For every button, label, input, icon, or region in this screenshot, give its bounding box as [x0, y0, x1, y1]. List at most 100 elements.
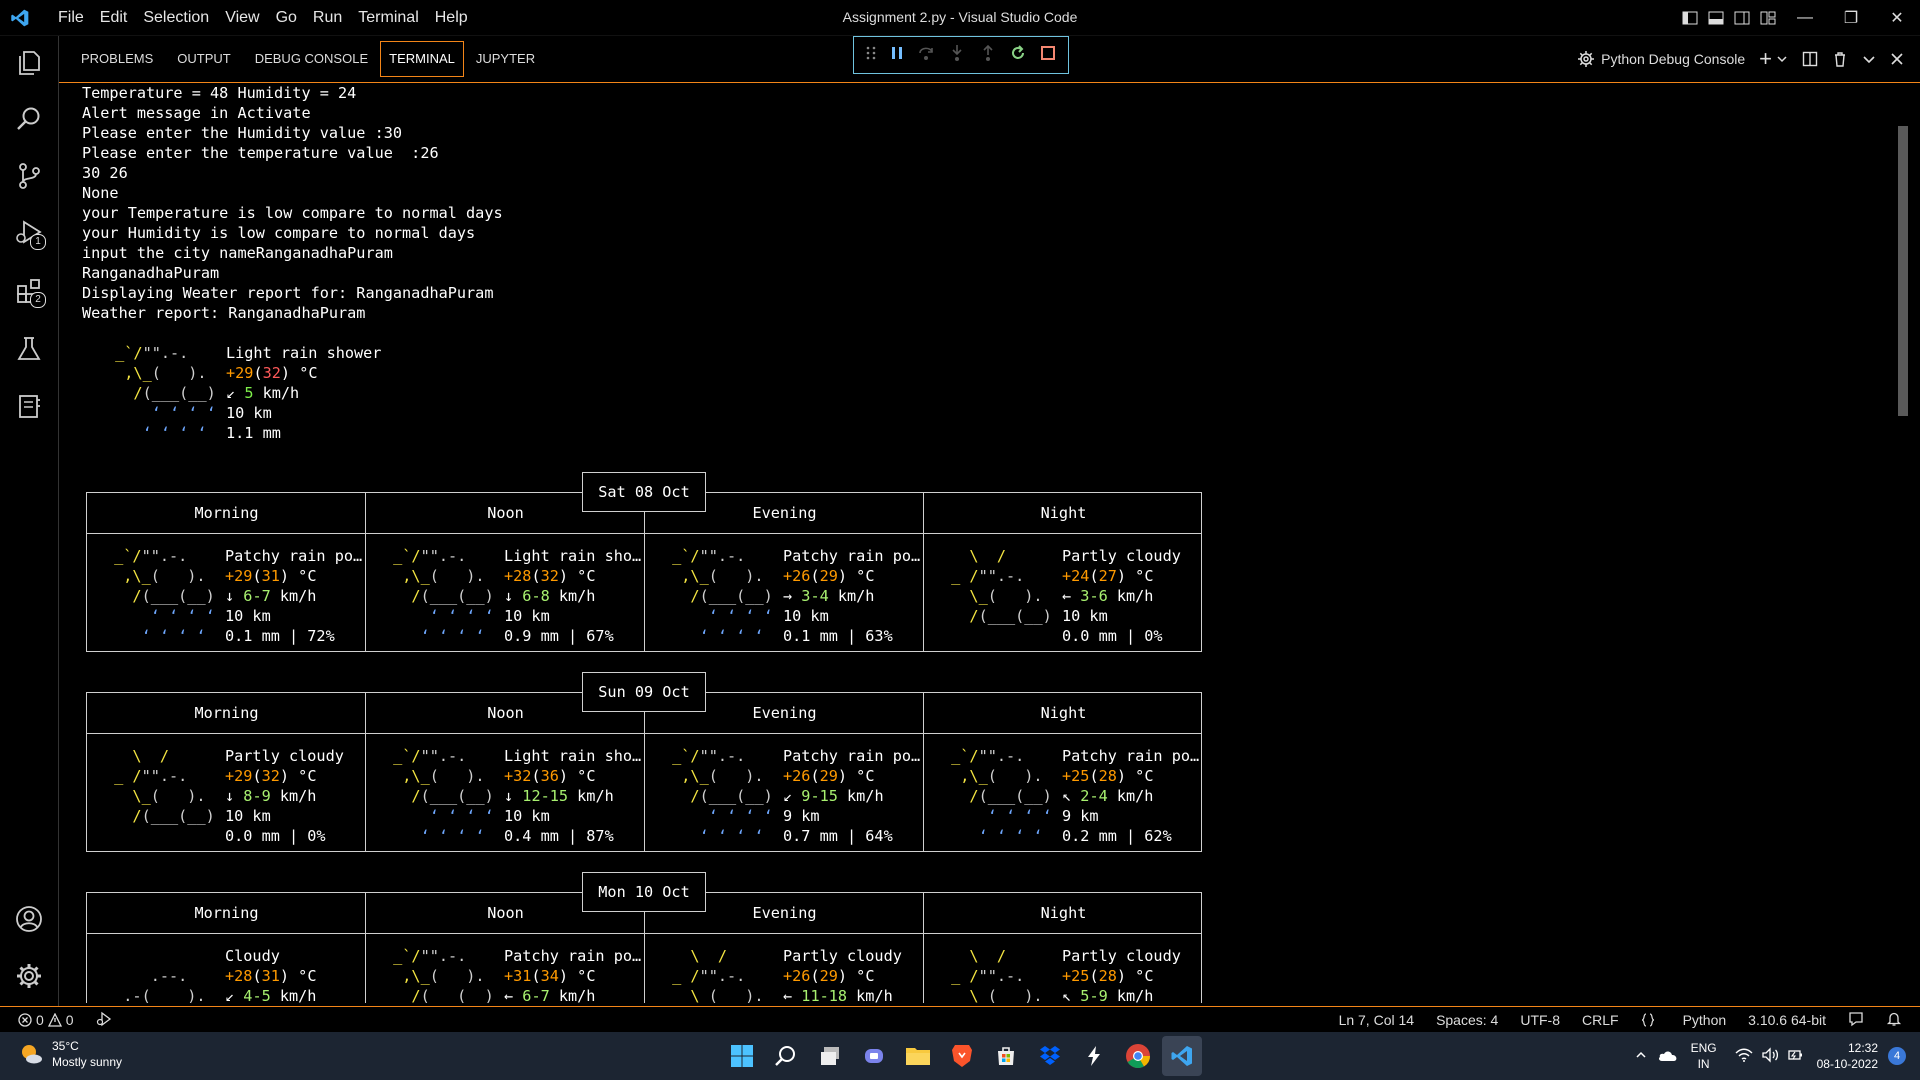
run-debug-icon[interactable]: 1	[0, 208, 58, 258]
current-desc: Light rain shower	[226, 344, 382, 362]
window-controls: — ❐ ✕	[1678, 0, 1920, 35]
brave-browser-icon[interactable]	[942, 1036, 982, 1076]
microsoft-store-icon[interactable]	[986, 1036, 1026, 1076]
pause-icon[interactable]	[889, 45, 905, 66]
menu-view[interactable]: View	[217, 0, 267, 35]
close-panel-icon[interactable]	[1890, 52, 1904, 66]
chevron-down-icon[interactable]	[1776, 53, 1788, 65]
notebook-icon[interactable]	[0, 381, 58, 431]
current-unit: °C	[290, 364, 318, 382]
forecast-cell: Patchy rain po… +25(28) °C ↖ 2-4 km/h 9 …	[1062, 747, 1200, 845]
restore-button[interactable]: ❐	[1828, 0, 1874, 35]
task-view-icon[interactable]	[810, 1036, 850, 1076]
system-tray: ENG IN 12:32 08-10-2022 4	[1635, 1032, 1906, 1080]
vscode-logo-icon	[11, 9, 29, 27]
indentation[interactable]: Spaces: 4	[1436, 1012, 1498, 1028]
restart-icon[interactable]	[1009, 44, 1027, 67]
power-automate-icon[interactable]	[1074, 1036, 1114, 1076]
notifications-bell-icon[interactable]	[1886, 1011, 1902, 1030]
battery-icon[interactable]	[1787, 1047, 1803, 1066]
problems-status[interactable]: 0 0	[18, 1012, 74, 1028]
notification-badge[interactable]: 4	[1888, 1047, 1906, 1065]
sun-cloud-icon	[22, 1045, 42, 1064]
current-temp: +29	[226, 364, 254, 382]
terminal-scrollbar[interactable]	[1898, 126, 1908, 416]
menu-run[interactable]: Run	[305, 0, 350, 35]
feedback-icon[interactable]	[1848, 1011, 1864, 1030]
step-into-icon[interactable]	[948, 44, 966, 67]
maximize-panel-chevron-icon[interactable]	[1862, 52, 1876, 66]
menu-bar: File Edit Selection View Go Run Terminal…	[50, 0, 476, 35]
partly-cloudy-art-icon: \ / _ /"".-. \_( ). /(___(__)	[942, 947, 1043, 1003]
windows-start-icon[interactable]	[722, 1036, 762, 1076]
clock[interactable]: 12:32 08-10-2022	[1817, 1040, 1878, 1072]
extensions-badge: 2	[30, 292, 46, 308]
input-language[interactable]: ENG IN	[1691, 1040, 1717, 1072]
tab-jupyter[interactable]: JUPYTER	[464, 36, 547, 82]
extensions-icon[interactable]: 2	[0, 266, 58, 316]
partly-cloudy-art-icon: \ / _ /"".-. \_( ). /(___(__)	[105, 747, 224, 825]
menu-help[interactable]: Help	[427, 0, 476, 35]
menu-go[interactable]: Go	[268, 0, 305, 35]
menu-file[interactable]: File	[50, 0, 92, 35]
encoding[interactable]: UTF-8	[1520, 1012, 1560, 1028]
period-header: Night	[1040, 704, 1087, 722]
language-mode[interactable]: Python	[1641, 1012, 1726, 1028]
explorer-icon[interactable]	[0, 38, 58, 88]
step-over-icon[interactable]	[917, 44, 935, 67]
terminal-line: your Humidity is low compare to normal d…	[82, 224, 476, 242]
terminal-selector[interactable]: Python Debug Console	[1577, 50, 1745, 68]
customize-layout-icon[interactable]	[1756, 0, 1780, 35]
tab-terminal[interactable]: TERMINAL	[380, 41, 464, 77]
tab-output[interactable]: OUTPUT	[165, 36, 242, 82]
minimize-button[interactable]: —	[1782, 0, 1828, 35]
toggle-panel-icon[interactable]	[1704, 0, 1728, 35]
taskbar-apps	[720, 1032, 1204, 1080]
vscode-taskbar-icon[interactable]	[1162, 1036, 1202, 1076]
terminal-line: 30 26	[82, 164, 128, 182]
drag-handle-icon[interactable]	[866, 45, 876, 66]
manage-gear-icon[interactable]	[0, 951, 58, 1001]
wifi-icon[interactable]	[1735, 1048, 1753, 1065]
onedrive-cloud-icon[interactable]	[1657, 1048, 1677, 1065]
debug-status-icon[interactable]	[96, 1011, 112, 1030]
tab-debug-console[interactable]: DEBUG CONSOLE	[243, 36, 380, 82]
dropbox-icon[interactable]	[1030, 1036, 1070, 1076]
stop-icon[interactable]	[1040, 45, 1056, 66]
tray-chevron-up-icon[interactable]	[1635, 1049, 1647, 1064]
volume-icon[interactable]	[1761, 1046, 1779, 1066]
trash-icon[interactable]	[1832, 51, 1848, 67]
tab-problems[interactable]: PROBLEMS	[69, 36, 165, 82]
cursor-position[interactable]: Ln 7, Col 14	[1339, 1012, 1415, 1028]
toggle-secondary-sidebar-icon[interactable]	[1730, 0, 1754, 35]
period-header: Morning	[194, 704, 259, 722]
braces-icon	[1641, 1013, 1654, 1027]
chrome-icon[interactable]	[1118, 1036, 1158, 1076]
menu-terminal[interactable]: Terminal	[350, 0, 426, 35]
step-out-icon[interactable]	[979, 44, 997, 67]
taskbar-search-icon[interactable]	[766, 1036, 806, 1076]
weather-widget[interactable]: 35°C Mostly sunny	[18, 1038, 122, 1070]
accounts-icon[interactable]	[0, 894, 58, 944]
menu-selection[interactable]: Selection	[135, 0, 217, 35]
panel-actions: Python Debug Console +	[1563, 36, 1904, 82]
forecast-cell: Partly cloudy +29(32) °C ↓ 8-9 km/h 10 k…	[225, 747, 344, 845]
close-window-button[interactable]: ✕	[1874, 0, 1920, 35]
toggle-primary-sidebar-icon[interactable]	[1678, 0, 1702, 35]
rain-cloud-art-icon: _`/"".-. ,\_( ). /(___(__) ‘ ‘ ‘ ‘ ‘ ‘ ‘…	[384, 947, 494, 1003]
file-explorer-icon[interactable]	[898, 1036, 938, 1076]
rain-cloud-art-icon: _`/"".-. ,\_( ). /(___(__) ‘ ‘ ‘ ‘ ‘ ‘ ‘…	[384, 747, 494, 845]
menu-edit[interactable]: Edit	[92, 0, 136, 35]
new-terminal-plus-icon[interactable]: +	[1759, 46, 1772, 72]
terminal-output[interactable]: Temperature = 48 Humidity = 24 Alert mes…	[60, 83, 1908, 1003]
terminal-line: Weather report: RanganadhaPuram	[82, 304, 366, 322]
teams-chat-icon[interactable]	[854, 1036, 894, 1076]
source-control-icon[interactable]	[0, 151, 58, 201]
split-terminal-icon[interactable]	[1802, 51, 1818, 67]
python-interpreter[interactable]: 3.10.6 64-bit	[1748, 1012, 1826, 1028]
line-ending[interactable]: CRLF	[1582, 1012, 1619, 1028]
testing-icon[interactable]	[0, 324, 58, 374]
search-icon[interactable]	[0, 94, 58, 144]
terminal-line: None	[82, 184, 119, 202]
forecast-cell: Patchy rain po… +26(29) °C ↙ 9-15 km/h 9…	[783, 747, 921, 845]
